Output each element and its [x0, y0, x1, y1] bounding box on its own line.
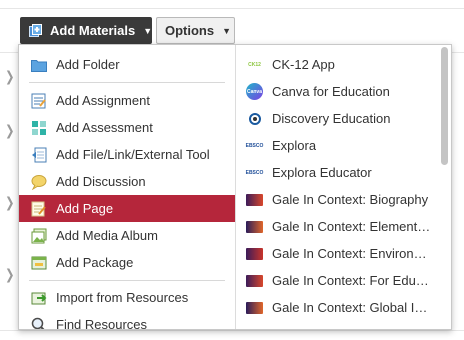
app-item-explora-educator[interactable]: EBSCO Explora Educator [236, 159, 435, 186]
import-icon [31, 290, 47, 306]
options-button[interactable]: Options ▼ [156, 17, 235, 44]
add-materials-button[interactable]: Add Materials ▼ [20, 17, 152, 44]
apps-scrollbar-thumb[interactable] [441, 47, 448, 165]
add-materials-dropdown: Add Folder Add Assignment Add Assessment [18, 44, 452, 330]
gale-logo-icon [246, 193, 263, 206]
app-item-label: Gale In Context: Element… [272, 219, 431, 234]
chevron-right-icon[interactable]: ❯ [5, 266, 14, 283]
external-apps-list: CK12 CK-12 App Canva Canva for Education… [236, 45, 451, 329]
app-item-gale-biography[interactable]: Gale In Context: Biography [236, 186, 435, 213]
menu-item-label: Add Media Album [56, 228, 158, 243]
app-item-label: Canva for Education [272, 84, 390, 99]
add-materials-icon [28, 23, 44, 39]
apps-scrollbar[interactable] [441, 47, 448, 327]
caret-down-icon: ▼ [222, 25, 232, 36]
app-item-explora[interactable]: EBSCO Explora [236, 132, 435, 159]
app-item-label: Gale In Context: Biography [272, 192, 429, 207]
folder-icon [31, 57, 47, 73]
menu-item-label: Add Page [56, 201, 114, 216]
app-item-ck12[interactable]: CK12 CK-12 App [236, 51, 435, 78]
app-item-gale-elementary[interactable]: Gale In Context: Element… [236, 213, 435, 240]
menu-item-label: Find Resources [56, 317, 148, 330]
media-album-icon [31, 228, 47, 244]
chevron-right-icon[interactable]: ❯ [5, 194, 14, 211]
file-link-icon [31, 147, 47, 163]
options-label: Options [165, 23, 215, 38]
add-materials-label: Add Materials [50, 23, 136, 38]
menu-item-add-package[interactable]: Add Package [19, 249, 235, 276]
app-item-label: Gale In Context: Environ… [272, 246, 427, 261]
menu-item-import-from-resources[interactable]: Import from Resources [19, 284, 235, 311]
app-item-partial[interactable] [236, 321, 435, 329]
app-item-canva[interactable]: Canva Canva for Education [236, 78, 435, 105]
course-materials-page: ❯ ❯ ❯ ❯ Add Materials ▼ Options ▼ Add Fo [0, 0, 464, 340]
app-item-discovery-education[interactable]: Discovery Education [236, 105, 435, 132]
chevron-right-icon[interactable]: ❯ [5, 68, 14, 85]
assignment-icon [31, 93, 47, 109]
ebsco-logo-icon: EBSCO [245, 169, 264, 176]
page-icon [31, 201, 47, 217]
app-item-label: CK-12 App [272, 57, 335, 72]
caret-down-icon: ▼ [143, 25, 153, 36]
gale-logo-icon [246, 274, 263, 287]
menu-item-label: Add Assessment [56, 120, 153, 135]
package-icon [31, 255, 47, 271]
menu-item-add-folder[interactable]: Add Folder [19, 51, 235, 78]
ebsco-logo-icon: EBSCO [245, 142, 264, 149]
gale-logo-icon [246, 301, 263, 314]
material-type-list: Add Folder Add Assignment Add Assessment [19, 45, 236, 329]
app-item-label: Explora [272, 138, 317, 153]
ck12-logo-icon: CK12 [248, 61, 261, 68]
menu-item-label: Add File/Link/External Tool [56, 147, 210, 162]
discovery-education-logo-icon [246, 112, 263, 125]
app-item-gale-global-issues[interactable]: Gale In Context: Global Is… [236, 294, 435, 321]
gale-logo-icon [246, 220, 263, 233]
canva-logo-icon: Canva [246, 83, 263, 100]
app-item-label: Explora Educator [272, 165, 372, 180]
magnifier-icon [31, 317, 47, 329]
menu-item-add-discussion[interactable]: Add Discussion [19, 168, 235, 195]
gale-logo-icon [246, 247, 263, 260]
background-divider [0, 8, 464, 9]
menu-separator [29, 280, 225, 281]
menu-item-label: Add Assignment [56, 93, 150, 108]
chevron-right-icon[interactable]: ❯ [5, 122, 14, 139]
menu-item-label: Add Folder [56, 57, 120, 72]
menu-item-label: Add Package [56, 255, 134, 270]
app-item-gale-environmental[interactable]: Gale In Context: Environ… [236, 240, 435, 267]
app-item-label: Discovery Education [272, 111, 391, 126]
menu-item-add-assignment[interactable]: Add Assignment [19, 87, 235, 114]
app-item-gale-for-educators[interactable]: Gale In Context: For Educ… [236, 267, 435, 294]
assessment-icon [31, 120, 47, 136]
menu-separator [29, 82, 225, 83]
menu-item-add-assessment[interactable]: Add Assessment [19, 114, 235, 141]
app-item-label: Gale In Context: Global Is… [272, 300, 432, 315]
menu-item-label: Add Discussion [56, 174, 146, 189]
menu-item-find-resources[interactable]: Find Resources [19, 311, 235, 330]
discussion-icon [31, 174, 47, 190]
app-item-label: Gale In Context: For Educ… [272, 273, 432, 288]
menu-item-label: Import from Resources [56, 290, 189, 305]
menu-item-add-file-link-tool[interactable]: Add File/Link/External Tool [19, 141, 235, 168]
menu-item-add-page[interactable]: Add Page [19, 195, 235, 222]
gale-logo-icon [246, 328, 263, 329]
background-divider [0, 330, 464, 331]
menu-item-add-media-album[interactable]: Add Media Album [19, 222, 235, 249]
